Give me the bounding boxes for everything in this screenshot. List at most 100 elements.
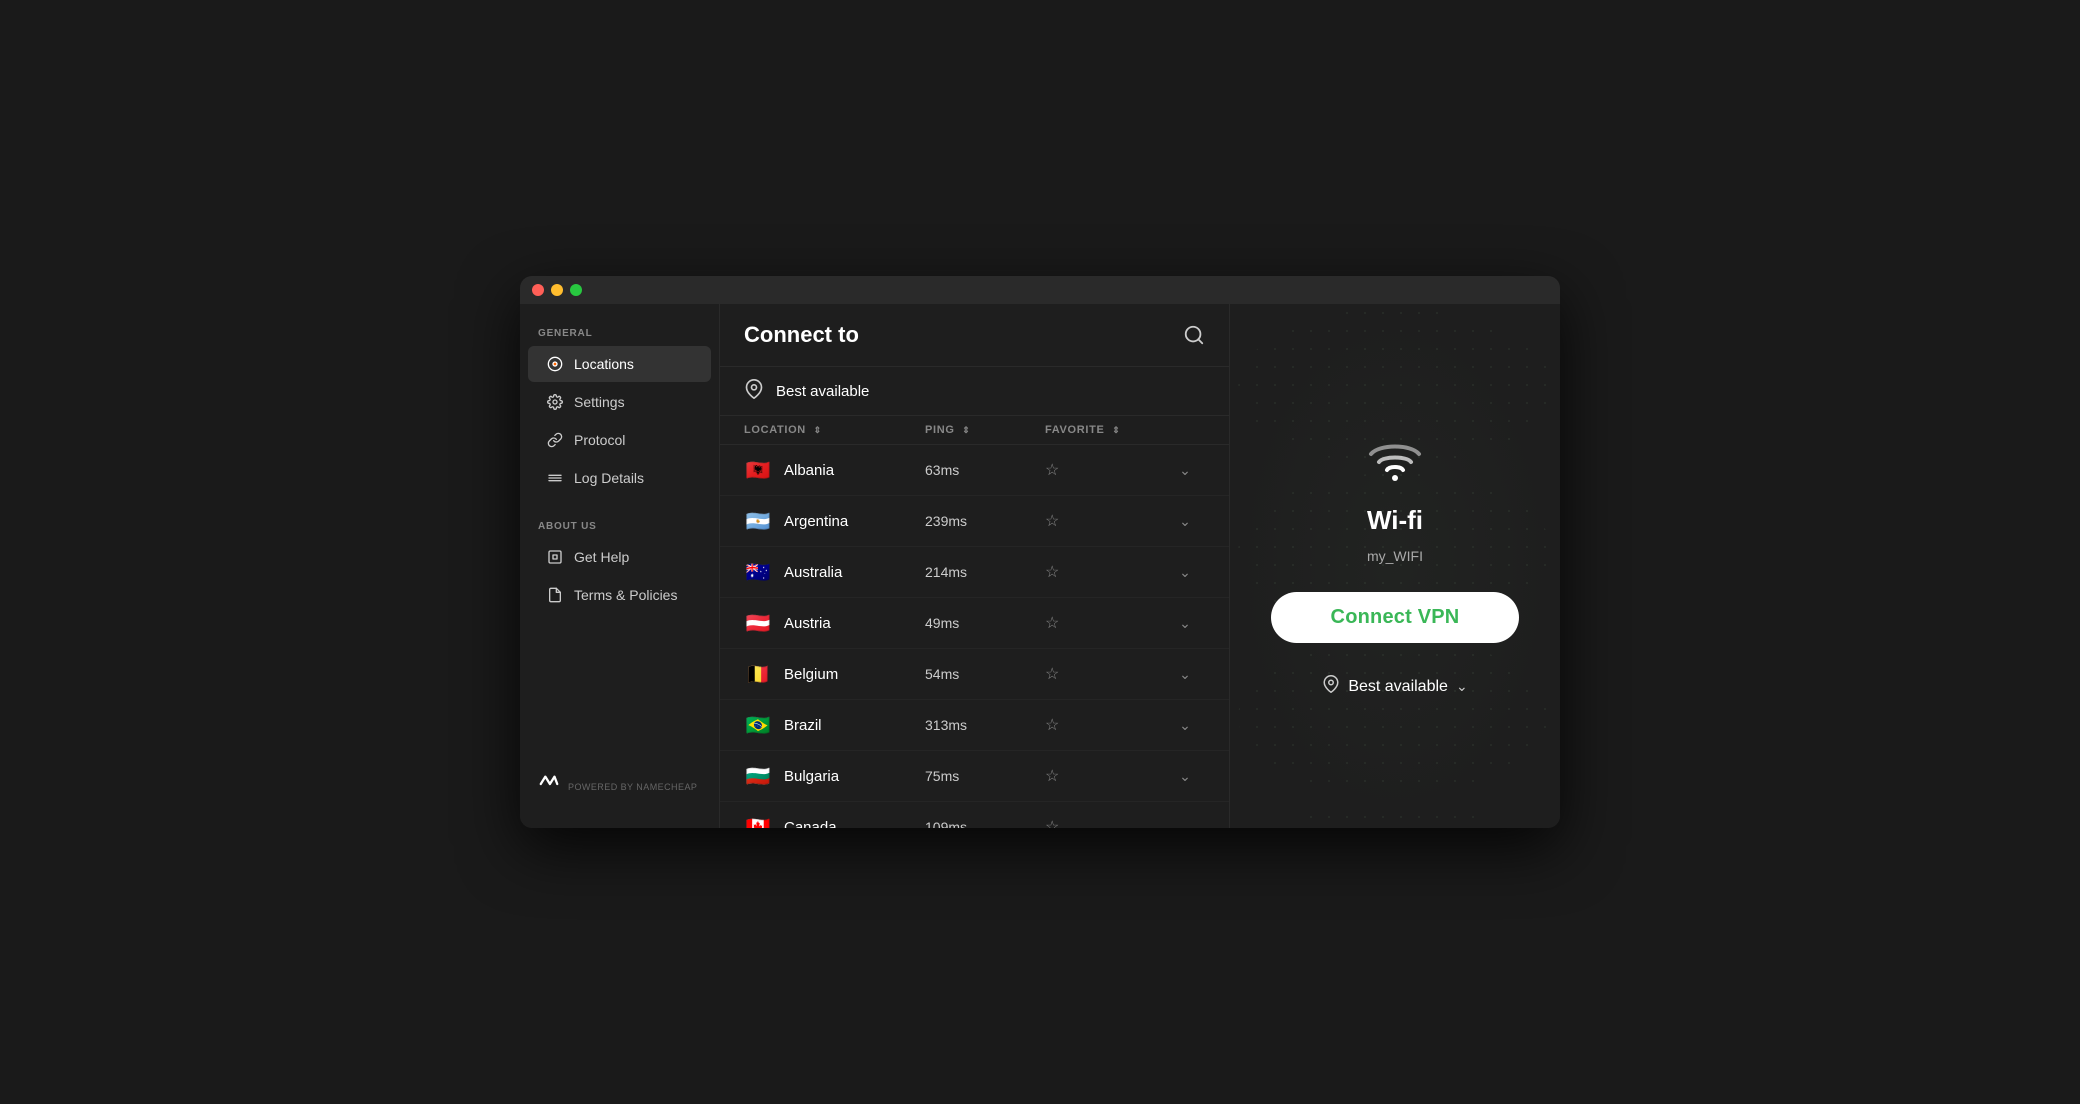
expand-button[interactable]: ⌄ — [1165, 615, 1205, 632]
country-name: Belgium — [784, 666, 925, 683]
country-name: Argentina — [784, 513, 925, 530]
table-row[interactable]: 🇨🇦 Canada 109ms ☆ ⌄ — [720, 802, 1229, 828]
location-panel: Connect to Best available — [720, 304, 1230, 828]
table-row[interactable]: 🇦🇹 Austria 49ms ☆ ⌄ — [720, 598, 1229, 649]
best-available-label: Best available — [776, 383, 869, 400]
protocol-icon — [546, 431, 564, 449]
location-header: Connect to — [720, 304, 1229, 367]
app-window: GENERAL Locations Settings — [520, 276, 1560, 828]
wifi-icon — [1363, 434, 1427, 489]
expand-button[interactable]: ⌄ — [1165, 666, 1205, 683]
sidebar: GENERAL Locations Settings — [520, 304, 720, 828]
sidebar-item-get-help-label: Get Help — [574, 549, 629, 565]
traffic-lights — [532, 284, 582, 296]
expand-button[interactable]: ⌄ — [1165, 462, 1205, 479]
favorite-star[interactable]: ☆ — [1045, 562, 1165, 582]
general-section-label: GENERAL — [520, 320, 719, 345]
star-icon[interactable]: ☆ — [1045, 664, 1059, 684]
connect-vpn-button[interactable]: Connect VPN — [1271, 592, 1520, 643]
location-selector-icon — [1322, 675, 1340, 698]
sidebar-footer: POWERED BY NAMECHEAP — [520, 761, 719, 812]
doc-icon — [546, 586, 564, 604]
star-icon[interactable]: ☆ — [1045, 511, 1059, 531]
country-name: Bulgaria — [784, 768, 925, 785]
powered-by-label: POWERED BY NAMECHEAP — [568, 782, 697, 792]
sidebar-item-get-help[interactable]: Get Help — [528, 539, 711, 575]
network-name-label: my_WIFI — [1367, 548, 1423, 564]
favorite-star[interactable]: ☆ — [1045, 766, 1165, 786]
settings-icon — [546, 393, 564, 411]
location-selector-label: Best available — [1348, 678, 1448, 696]
sidebar-item-protocol[interactable]: Protocol — [528, 422, 711, 458]
table-row[interactable]: 🇧🇷 Brazil 313ms ☆ ⌄ — [720, 700, 1229, 751]
col-favorite-header[interactable]: FAVORITE ⇕ — [1045, 424, 1165, 436]
table-row[interactable]: 🇦🇺 Australia 214ms ☆ ⌄ — [720, 547, 1229, 598]
favorite-star[interactable]: ☆ — [1045, 511, 1165, 531]
expand-button[interactable]: ⌄ — [1165, 768, 1205, 785]
country-name: Australia — [784, 564, 925, 581]
expand-button[interactable]: ⌄ — [1165, 717, 1205, 734]
favorite-star[interactable]: ☆ — [1045, 460, 1165, 480]
sidebar-item-terms-label: Terms & Policies — [574, 587, 677, 603]
star-icon[interactable]: ☆ — [1045, 613, 1059, 633]
country-flag: 🇧🇬 — [744, 762, 772, 790]
chevron-down-icon: ⌄ — [1456, 678, 1468, 695]
sidebar-item-locations[interactable]: Locations — [528, 346, 711, 382]
best-available-bar[interactable]: Best available — [720, 367, 1229, 416]
sidebar-item-settings-label: Settings — [574, 394, 625, 410]
star-icon[interactable]: ☆ — [1045, 766, 1059, 786]
best-available-icon — [744, 379, 764, 403]
sidebar-item-settings[interactable]: Settings — [528, 384, 711, 420]
favorite-star[interactable]: ☆ — [1045, 817, 1165, 828]
maximize-button[interactable] — [570, 284, 582, 296]
expand-button[interactable]: ⌄ — [1165, 513, 1205, 530]
star-icon[interactable]: ☆ — [1045, 715, 1059, 735]
ping-value: 239ms — [925, 513, 1045, 529]
table-row[interactable]: 🇧🇬 Bulgaria 75ms ☆ ⌄ — [720, 751, 1229, 802]
country-name: Canada — [784, 819, 925, 829]
country-name: Austria — [784, 615, 925, 632]
sidebar-item-log-details[interactable]: Log Details — [528, 460, 711, 496]
close-button[interactable] — [532, 284, 544, 296]
country-name: Albania — [784, 462, 925, 479]
title-bar — [520, 276, 1560, 304]
country-flag: 🇦🇷 — [744, 507, 772, 535]
ping-value: 109ms — [925, 819, 1045, 828]
expand-button[interactable]: ⌄ — [1165, 819, 1205, 829]
star-icon[interactable]: ☆ — [1045, 817, 1059, 828]
star-icon[interactable]: ☆ — [1045, 460, 1059, 480]
network-type-label: Wi-fi — [1367, 505, 1423, 536]
ping-sort-icon: ⇕ — [962, 425, 970, 435]
star-icon[interactable]: ☆ — [1045, 562, 1059, 582]
location-sort-icon: ⇕ — [814, 425, 822, 435]
location-list: 🇦🇱 Albania 63ms ☆ ⌄ 🇦🇷 Argentina 239ms ☆… — [720, 445, 1229, 828]
table-row[interactable]: 🇦🇱 Albania 63ms ☆ ⌄ — [720, 445, 1229, 496]
expand-button[interactable]: ⌄ — [1165, 564, 1205, 581]
country-name: Brazil — [784, 717, 925, 734]
minimize-button[interactable] — [551, 284, 563, 296]
favorite-sort-icon: ⇕ — [1112, 425, 1120, 435]
right-content: Wi-fi my_WIFI Connect VPN Best available… — [1271, 434, 1520, 698]
table-row[interactable]: 🇧🇪 Belgium 54ms ☆ ⌄ — [720, 649, 1229, 700]
right-panel: Wi-fi my_WIFI Connect VPN Best available… — [1230, 304, 1560, 828]
table-row[interactable]: 🇦🇷 Argentina 239ms ☆ ⌄ — [720, 496, 1229, 547]
country-flag: 🇨🇦 — [744, 813, 772, 828]
search-button[interactable] — [1183, 324, 1205, 346]
namecheap-logo — [538, 773, 560, 800]
connect-to-title: Connect to — [744, 322, 859, 348]
country-flag: 🇧🇷 — [744, 711, 772, 739]
location-selector[interactable]: Best available ⌄ — [1322, 675, 1467, 698]
log-icon — [546, 469, 564, 487]
favorite-star[interactable]: ☆ — [1045, 715, 1165, 735]
country-flag: 🇧🇪 — [744, 660, 772, 688]
sidebar-item-terms[interactable]: Terms & Policies — [528, 577, 711, 613]
ping-value: 214ms — [925, 564, 1045, 580]
col-ping-header[interactable]: PING ⇕ — [925, 424, 1045, 436]
favorite-star[interactable]: ☆ — [1045, 664, 1165, 684]
favorite-star[interactable]: ☆ — [1045, 613, 1165, 633]
col-location-header[interactable]: LOCATION ⇕ — [744, 424, 925, 436]
sidebar-item-protocol-label: Protocol — [574, 432, 625, 448]
ping-value: 54ms — [925, 666, 1045, 682]
app-body: GENERAL Locations Settings — [520, 304, 1560, 828]
country-flag: 🇦🇱 — [744, 456, 772, 484]
